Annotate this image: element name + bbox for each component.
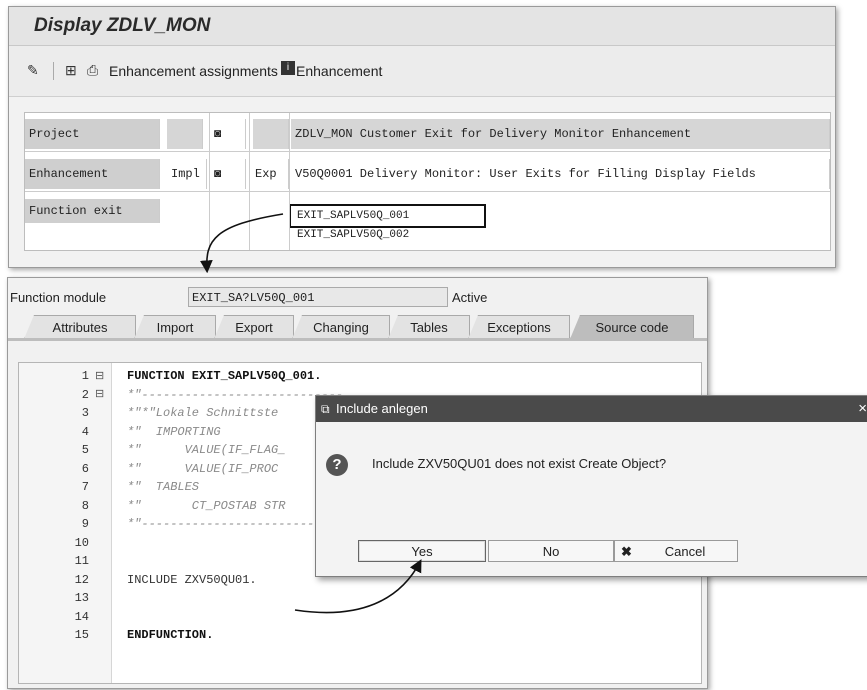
arrow-to-function-module (199, 213, 284, 274)
annotation-arrows (199, 213, 422, 614)
arrow-to-yes-button (294, 559, 422, 614)
